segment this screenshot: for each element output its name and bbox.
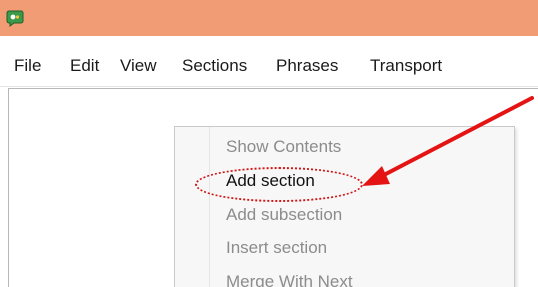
context-item-add-subsection[interactable]: Add subsection (226, 204, 342, 226)
menu-transport[interactable]: Transport (370, 55, 442, 77)
app-window: File Edit View Sections Phrases Transpor… (0, 0, 538, 287)
menu-file[interactable]: File (14, 55, 41, 77)
menu-sections[interactable]: Sections (182, 55, 247, 77)
title-bar (0, 0, 538, 36)
context-item-merge-with-next[interactable]: Merge With Next (226, 271, 353, 287)
context-item-add-section[interactable]: Add section (226, 170, 315, 192)
context-menu: Show Contents Add section Add subsection… (174, 126, 515, 287)
menu-phrases[interactable]: Phrases (276, 55, 338, 77)
context-item-insert-section[interactable]: Insert section (226, 237, 327, 259)
context-item-show-contents[interactable]: Show Contents (226, 136, 341, 158)
speech-bubble-app-icon[interactable] (6, 9, 24, 27)
menu-view[interactable]: View (120, 55, 157, 77)
menu-edit[interactable]: Edit (70, 55, 99, 77)
menu-bar: File Edit View Sections Phrases Transpor… (0, 36, 538, 87)
menu-icon-gutter (209, 127, 210, 287)
